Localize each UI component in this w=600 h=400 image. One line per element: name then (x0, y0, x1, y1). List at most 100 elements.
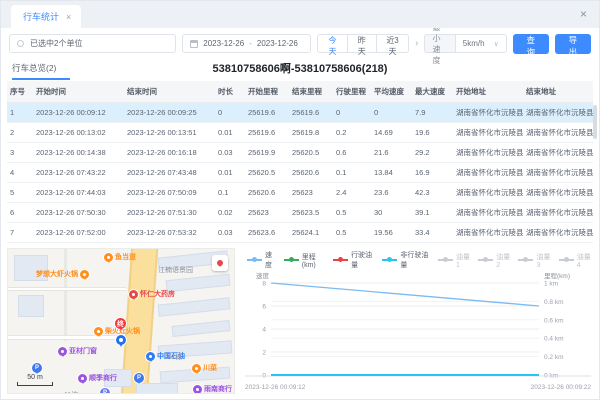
table-cell: 16.9 (412, 163, 453, 183)
table-cell: 7.9 (412, 103, 453, 123)
map-area-label: 11栋 (64, 390, 78, 394)
quick-yesterday-button[interactable]: 昨天 (347, 34, 377, 53)
table-scrollbar[interactable] (593, 105, 597, 139)
map-road (64, 249, 67, 341)
svg-text:4: 4 (262, 327, 266, 334)
svg-text:0.6 km: 0.6 km (544, 317, 564, 324)
legend-label: 油量3 (536, 252, 550, 269)
table-cell: 湖南省怀化市沅陵县沅... (523, 163, 593, 183)
legend-item[interactable]: 非行驶油量 (382, 250, 430, 270)
table-row[interactable]: 42023-12-26 07:43:222023-12-26 07:43:480… (7, 163, 593, 183)
table-cell: 39.1 (412, 203, 453, 223)
table-cell: 29.2 (412, 143, 453, 163)
date-range-picker[interactable]: 2023-12-26 - 2023-12-26 (182, 34, 311, 53)
table-cell: 湖南省怀化市沅陵县沅... (523, 223, 593, 243)
map-poi[interactable]: 亚材门窗 (58, 346, 97, 356)
table-cell: 湖南省怀化市沅陵县沅... (523, 203, 593, 223)
table-cell: 2023-12-26 07:44:03 (33, 183, 124, 203)
map-parking-marker[interactable]: P (100, 388, 110, 394)
legend-marker-icon (478, 257, 493, 264)
map-poi[interactable]: 鱼当道 (104, 252, 136, 262)
quick-today-button[interactable]: 今天 (317, 34, 347, 53)
quick-last3days-button[interactable]: 近3天 (376, 34, 409, 53)
table-cell: 25623 (289, 183, 333, 203)
export-button[interactable]: 导出 (555, 34, 591, 54)
table-cell: 2023-12-26 07:53:32 (124, 223, 215, 243)
map-parking-marker[interactable]: P (32, 363, 42, 373)
map-scale-label: 50 m (27, 374, 43, 381)
trips-table: 序号开始时间结束时间时长开始里程结束里程行驶里程平均速度最大速度开始地址结束地址… (7, 81, 591, 243)
map-road (8, 287, 126, 291)
table-cell: 2023-12-26 07:43:48 (124, 163, 215, 183)
overview-header: 行车总览(2) 53810758606啊-53810758606(218) (1, 59, 599, 80)
poi-pin-icon (193, 385, 202, 394)
table-row[interactable]: 12023-12-26 00:09:122023-12-26 00:09:250… (7, 103, 593, 123)
table-cell: 42.3 (412, 183, 453, 203)
calendar-icon (190, 40, 198, 48)
table-cell: 19.56 (371, 223, 412, 243)
poi-pin-icon (78, 374, 87, 383)
table-cell: 0 (215, 103, 245, 123)
table-cell: 25624.1 (289, 223, 333, 243)
table-row[interactable]: 52023-12-26 07:44:032023-12-26 07:50:090… (7, 183, 593, 203)
legend-item[interactable]: 油量3 (518, 252, 550, 269)
table-row[interactable]: 22023-12-26 00:13:022023-12-26 00:13:510… (7, 123, 593, 143)
map-poi[interactable]: 雨南商行 (193, 384, 232, 394)
column-header: 开始地址 (453, 81, 523, 103)
table-cell: 2023-12-26 07:50:09 (124, 183, 215, 203)
chart-legend: 速度里程(km) 行驶油量非行驶油量油量1 油量2 油量3 油量4 (245, 248, 591, 271)
table-row[interactable]: 32023-12-26 00:14:382023-12-26 00:16:180… (7, 143, 593, 163)
date-start: 2023-12-26 (203, 39, 244, 48)
table-cell: 25619.6 (245, 123, 289, 143)
window-close-icon[interactable]: × (580, 8, 587, 20)
table-cell: 湖南省怀化市沅陵县沅... (523, 143, 593, 163)
unit-select[interactable]: 已选中2个单位 (9, 34, 176, 53)
min-speed-group: 最小速度 5km/h ∨ (424, 34, 506, 53)
map-poi[interactable]: 川菜 (192, 363, 217, 373)
map-poi[interactable]: 怀仁大药房 (129, 289, 175, 299)
tab-close-icon[interactable]: × (66, 12, 71, 22)
legend-item[interactable]: 油量4 (559, 252, 591, 269)
svg-text:0.8 km: 0.8 km (544, 299, 564, 306)
legend-item[interactable]: 速度 (247, 250, 276, 270)
table-row[interactable]: 72023-12-26 07:52:002023-12-26 07:53:320… (7, 223, 593, 243)
map-panel[interactable]: 鱼当道梦想大虾火锅江楠语景园怀仁大药房柴火灶火锅终亚材门窗中国石油P顺季商行11… (7, 248, 235, 394)
poi-label: 雨南商行 (204, 384, 232, 394)
legend-item[interactable]: 油量2 (478, 252, 510, 269)
legend-item[interactable]: 里程(km) (284, 252, 325, 269)
min-speed-select[interactable]: 5km/h ∨ (456, 34, 507, 53)
table-cell: 0.03 (215, 223, 245, 243)
table-cell: 0.1 (215, 183, 245, 203)
poi-label: 亚材门窗 (69, 346, 97, 356)
map-end-marker[interactable]: 终 (114, 317, 127, 330)
table-cell: 0 (333, 103, 371, 123)
bottom-panels: 鱼当道梦想大虾火锅江楠语景园怀仁大药房柴火灶火锅终亚材门窗中国石油P顺季商行11… (1, 243, 599, 398)
tab-driving-statistics[interactable]: 行车统计 × (11, 5, 81, 28)
legend-item[interactable]: 油量1 (438, 252, 470, 269)
chevron-right-icon[interactable]: › (415, 38, 418, 49)
overview-tab[interactable]: 行车总览(2) (12, 62, 70, 80)
map-poi[interactable]: 梦想大虾火锅 (36, 269, 89, 279)
map-building (166, 274, 231, 293)
unit-select-value: 已选中2个单位 (30, 38, 82, 49)
map-start-marker[interactable] (115, 334, 127, 346)
legend-label: 油量4 (577, 252, 591, 269)
map-locate-control[interactable] (212, 255, 228, 271)
legend-item[interactable]: 行驶油量 (333, 250, 374, 270)
table-cell: 0.5 (333, 203, 371, 223)
table-cell: 湖南省怀化市沅陵县沅... (453, 203, 523, 223)
map-poi[interactable]: 顺季商行 (78, 373, 117, 383)
map-parking-marker[interactable]: P (134, 373, 144, 383)
date-separator: - (249, 39, 252, 48)
legend-label: 速度 (265, 250, 276, 270)
column-header: 平均速度 (371, 81, 412, 103)
table-cell: 25620.5 (289, 143, 333, 163)
table-row[interactable]: 62023-12-26 07:50:302023-12-26 07:51:300… (7, 203, 593, 223)
legend-marker-icon (438, 257, 453, 264)
map-building (172, 320, 231, 337)
table-cell: 5 (7, 183, 33, 203)
table-cell: 23.6 (371, 183, 412, 203)
query-button[interactable]: 查询 (513, 34, 549, 54)
legend-marker-icon (559, 257, 574, 264)
line-chart[interactable]: 0 km0.2 km0.4 km0.6 km0.8 km1 km02468速度里… (245, 271, 591, 399)
